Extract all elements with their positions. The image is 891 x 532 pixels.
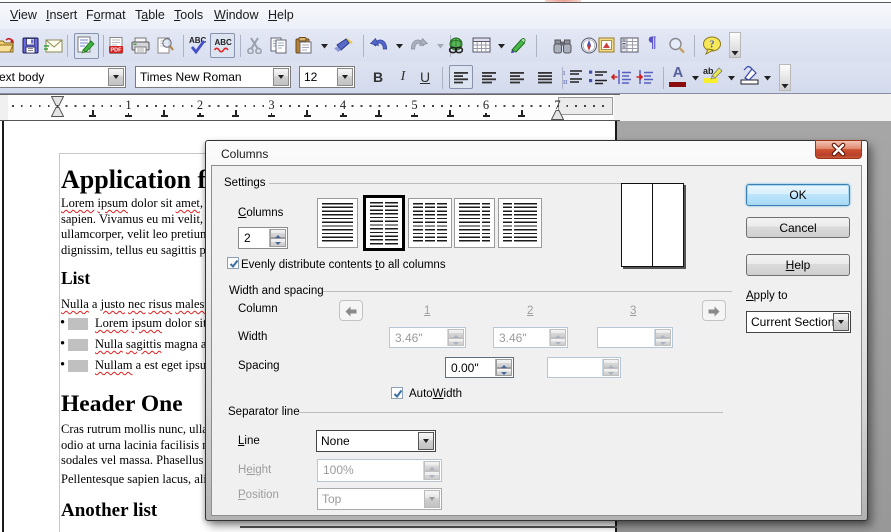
svg-text:ab: ab [703, 66, 714, 76]
svg-text:II: II [563, 79, 567, 86]
svg-text:PDF: PDF [111, 48, 123, 54]
svg-text:ABC: ABC [215, 38, 233, 47]
svg-text:?: ? [710, 40, 715, 51]
svg-text:I: I [563, 70, 565, 77]
svg-text:ABC: ABC [189, 36, 207, 45]
